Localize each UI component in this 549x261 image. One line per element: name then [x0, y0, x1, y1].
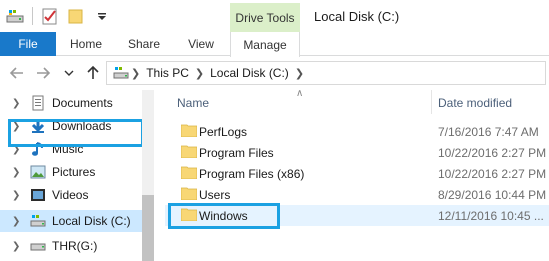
- sidebar-item-pictures[interactable]: ❯ Pictures: [0, 161, 150, 183]
- windows-highlight-box: [168, 203, 280, 229]
- title-bar: Drive Tools Local Disk (C:): [0, 0, 549, 32]
- sidebar-item-label: Documents: [52, 96, 113, 110]
- breadcrumb-this-pc[interactable]: This PC: [146, 66, 189, 80]
- drive-icon: [30, 213, 46, 229]
- tab-manage[interactable]: Manage: [230, 32, 300, 57]
- file-date: 10/22/2016 2:27 PM: [438, 167, 547, 181]
- file-date: 8/29/2016 10:44 PM: [438, 188, 547, 202]
- recent-locations-icon[interactable]: [60, 64, 78, 82]
- sidebar-item-local-disk[interactable]: ❯ Local Disk (C:): [0, 210, 150, 232]
- chevron-right-icon[interactable]: ❯: [12, 167, 24, 178]
- file-date: 7/16/2016 7:47 AM: [438, 125, 539, 139]
- file-date: 12/11/2016 10:45 ...: [438, 209, 544, 223]
- drive-icon: [6, 7, 24, 25]
- sidebar-item-thr-drive[interactable]: ❯ THR(G:): [0, 235, 150, 257]
- sidebar-scrollbar-thumb[interactable]: [142, 195, 154, 261]
- address-bar[interactable]: ❯ This PC ❯ Local Disk (C:) ❯: [106, 61, 546, 85]
- chevron-right-icon[interactable]: ❯: [195, 67, 204, 80]
- up-arrow-icon[interactable]: [84, 64, 102, 82]
- file-row-program-files-x86[interactable]: Program Files (x86) 10/22/2016 2:27 PM: [165, 163, 549, 184]
- documents-icon: [30, 95, 46, 111]
- file-row-perflogs[interactable]: PerfLogs 7/16/2016 7:47 AM: [165, 121, 549, 142]
- navigation-bar: ❯ This PC ❯ Local Disk (C:) ❯: [0, 58, 549, 88]
- properties-icon[interactable]: [41, 7, 59, 25]
- sidebar-item-documents[interactable]: ❯ Documents: [0, 92, 150, 114]
- column-divider[interactable]: [431, 90, 432, 114]
- column-name-header[interactable]: Name: [177, 96, 209, 110]
- file-row-program-files[interactable]: Program Files 10/22/2016 2:27 PM: [165, 142, 549, 163]
- tab-view[interactable]: View: [172, 32, 230, 56]
- tab-share[interactable]: Share: [116, 32, 172, 56]
- quick-access-toolbar: [6, 7, 111, 25]
- back-arrow-icon[interactable]: [8, 64, 26, 82]
- sidebar-item-label: Local Disk (C:): [52, 214, 131, 228]
- window-title: Local Disk (C:): [314, 9, 400, 24]
- sidebar-item-label: Pictures: [52, 165, 96, 179]
- folder-icon: [181, 166, 197, 179]
- file-date: 10/22/2016 2:27 PM: [438, 146, 547, 160]
- folder-icon: [181, 187, 197, 200]
- column-header: Name Date modified: [165, 90, 549, 114]
- forward-arrow-icon[interactable]: [34, 64, 52, 82]
- file-row-users[interactable]: Users 8/29/2016 10:44 PM: [165, 184, 549, 205]
- drive-tools-context-header: Drive Tools: [230, 3, 300, 32]
- chevron-right-icon[interactable]: ❯: [12, 98, 24, 109]
- sidebar-item-label: Videos: [52, 188, 89, 202]
- tab-home[interactable]: Home: [56, 32, 116, 56]
- new-folder-icon[interactable]: [67, 7, 85, 25]
- local-disk-highlight-box: [8, 119, 144, 147]
- navigation-pane: ❯ Documents ❯ Downloads ❯ Music ❯ Pictur…: [0, 90, 156, 261]
- folder-icon: [181, 124, 197, 137]
- chevron-right-icon[interactable]: ❯: [12, 216, 24, 227]
- drive-icon: [113, 65, 129, 81]
- drive-icon: [30, 238, 46, 254]
- tab-file[interactable]: File: [0, 32, 56, 56]
- videos-icon: [30, 187, 46, 203]
- sidebar-item-videos[interactable]: ❯ Videos: [0, 184, 150, 206]
- folder-icon: [181, 145, 197, 158]
- qat-separator: [32, 7, 33, 25]
- column-date-header[interactable]: Date modified: [438, 96, 512, 110]
- breadcrumb-local-disk[interactable]: Local Disk (C:): [210, 66, 289, 80]
- sidebar-item-label: THR(G:): [52, 239, 98, 253]
- chevron-right-icon[interactable]: ❯: [12, 241, 24, 252]
- customize-qat-icon[interactable]: [93, 7, 111, 25]
- ribbon-tabs: File Home Share View Manage: [0, 32, 549, 57]
- chevron-right-icon[interactable]: ❯: [295, 67, 304, 80]
- file-name: Program Files (x86): [199, 167, 305, 181]
- file-name: Program Files: [199, 146, 274, 160]
- pictures-icon: [30, 164, 46, 180]
- chevron-right-icon[interactable]: ❯: [12, 190, 24, 201]
- file-name: Users: [199, 188, 231, 202]
- chevron-right-icon[interactable]: ❯: [131, 67, 140, 80]
- file-name: PerfLogs: [199, 125, 248, 139]
